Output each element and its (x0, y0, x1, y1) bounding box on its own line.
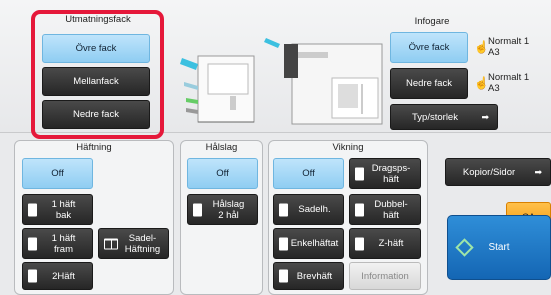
staple-back-icon (28, 203, 37, 216)
letter-fold-label: Brevhäft (296, 270, 333, 282)
staple-one-back-label: 1 häft bak (51, 198, 76, 221)
type-size-label: Typ/storlek (412, 111, 458, 123)
inserter-upper-paper: Normalt 1 A3 (488, 36, 530, 58)
folding-information-button[interactable]: Information (349, 262, 421, 290)
single-fold-label: Enkelhäftat (290, 238, 339, 249)
highlight-frame (31, 10, 164, 139)
copies-pages-label: Kopior/Sidor (462, 166, 516, 178)
saddle-fold-label: Sadelh. (298, 204, 331, 215)
folding-title: Vikning (332, 142, 364, 153)
stapling-off-button[interactable]: Off (22, 158, 93, 189)
accordion-fold-icon (355, 167, 364, 180)
staple-one-back-button[interactable]: 1 häft bak (22, 194, 93, 225)
start-label: Start (488, 242, 510, 253)
saddle-fold-icon (279, 203, 288, 216)
double-fold-label: Dubbel- häft (374, 198, 408, 221)
letter-fold-icon (279, 269, 288, 283)
accordion-fold-button[interactable]: Dragsps- häft (349, 158, 421, 189)
staple-two-button[interactable]: 2Häft (22, 262, 93, 290)
finisher-illustration (180, 55, 255, 123)
start-button[interactable]: Start (447, 215, 551, 280)
arrow-right-icon: ➡ (534, 166, 542, 177)
double-fold-icon (355, 203, 364, 216)
staple-one-front-label: 1 häft fram (51, 232, 76, 255)
folding-off-button[interactable]: Off (273, 158, 344, 189)
saddle-stitch-button[interactable]: Sadel- Häftning (98, 228, 169, 259)
punch-two-hole-label: Hålslag 2 hål (212, 198, 245, 221)
inserter-lower-tray-button[interactable]: Nedre fack (390, 68, 468, 99)
arrow-right-icon: ➡ (481, 111, 489, 122)
punch-icon (193, 203, 202, 216)
start-diamond-icon (455, 237, 474, 257)
saddle-fold-button[interactable]: Sadelh. (273, 194, 344, 225)
inserter-illustration (264, 38, 383, 125)
staple-one-front-button[interactable]: 1 häft fram (22, 228, 93, 259)
accordion-fold-label: Dragsps- häft (371, 162, 411, 185)
inserter-lower-paper: Normalt 1 A3 (488, 72, 530, 94)
hand-cursor-icon: ☝ (474, 40, 489, 54)
z-fold-button[interactable]: Z-häft (349, 228, 421, 259)
punch-title: Hålslag (205, 142, 238, 153)
staple-front-icon (28, 237, 37, 250)
staple-two-label: 2Häft (52, 270, 75, 282)
inserter-upper-tray-button[interactable]: Övre fack (390, 32, 468, 63)
single-fold-icon (279, 237, 288, 250)
copies-pages-button[interactable]: Kopior/Sidor ➡ (445, 158, 551, 186)
z-fold-icon (355, 237, 364, 250)
double-fold-button[interactable]: Dubbel- häft (349, 194, 421, 225)
staple-two-icon (28, 269, 37, 283)
saddle-stitch-label: Sadel- Häftning (124, 232, 161, 255)
punch-two-hole-button[interactable]: Hålslag 2 hål (187, 194, 258, 225)
letter-fold-button[interactable]: Brevhäft (273, 262, 344, 290)
type-size-button[interactable]: Typ/storlek ➡ (390, 104, 498, 130)
punch-off-button[interactable]: Off (187, 158, 258, 189)
book-icon (104, 238, 118, 249)
stapling-title: Häftning (76, 142, 112, 153)
hand-cursor-icon: ☝ (474, 76, 489, 90)
single-fold-button[interactable]: Enkelhäftat (273, 228, 344, 259)
inserter-title: Infogare (414, 16, 450, 27)
z-fold-label: Z-häft (378, 238, 404, 249)
